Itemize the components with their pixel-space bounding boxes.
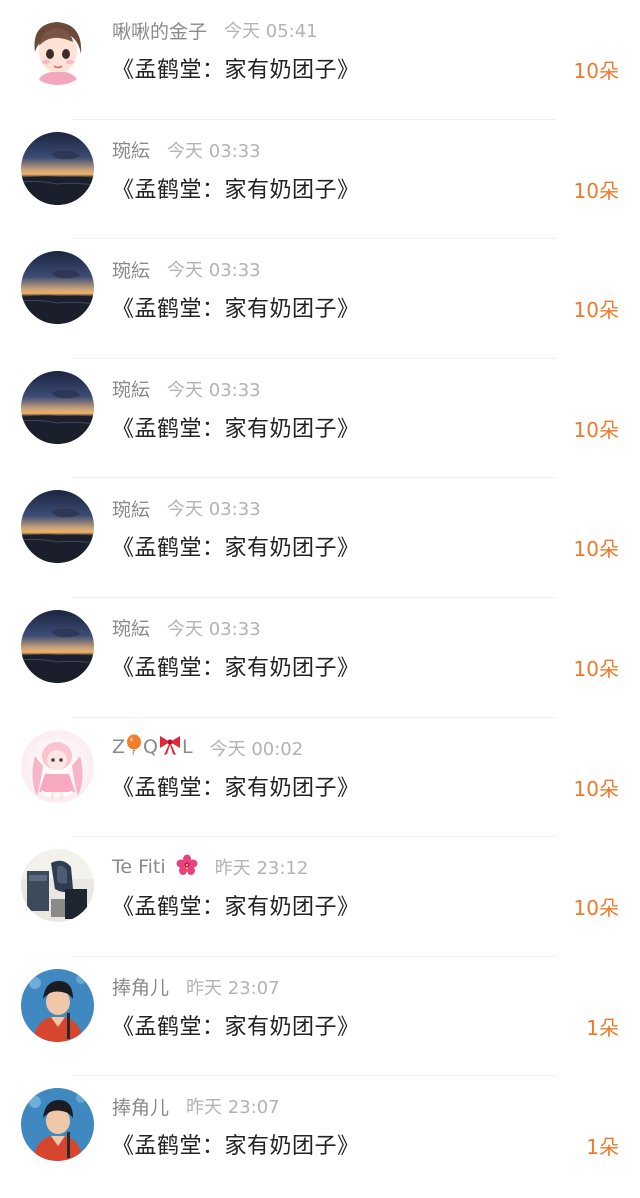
list-item[interactable]: 琬紜 今天 03:33 《孟鹤堂：家有奶团子》 10朵: [0, 598, 640, 718]
list-item[interactable]: 啾啾的金子 今天 05:41 《孟鹤堂：家有奶团子》 10朵: [0, 0, 640, 120]
gift-amount: 10朵: [573, 776, 619, 801]
list-item[interactable]: 琬紜 今天 03:33 《孟鹤堂：家有奶团子》 10朵: [0, 478, 640, 598]
timestamp: 昨天 23:12: [214, 858, 309, 880]
timestamp: 今天 05:41: [224, 21, 318, 42]
sunset-sea-avatar[interactable]: [21, 370, 94, 444]
item-meta: 琬紜 今天 03:33: [112, 377, 261, 401]
item-meta: Te Fiti 昨天 23:12: [112, 854, 309, 881]
balloon-icon: [125, 734, 143, 761]
sunset-sea-avatar[interactable]: [21, 609, 94, 683]
book-title[interactable]: 《孟鹤堂：家有奶团子》: [112, 411, 360, 443]
book-title[interactable]: 《孟鹤堂：家有奶团子》: [112, 770, 360, 802]
sunset-sea-avatar[interactable]: [21, 131, 94, 205]
username[interactable]: 琬紜: [112, 256, 150, 283]
book-title[interactable]: 《孟鹤堂：家有奶团子》: [112, 650, 360, 682]
book-title[interactable]: 《孟鹤堂：家有奶团子》: [112, 1009, 360, 1041]
username[interactable]: 琬紜: [112, 495, 150, 522]
gift-amount: 1朵: [586, 1135, 619, 1160]
username[interactable]: 琬紜: [112, 375, 150, 402]
timestamp: 昨天 23:07: [186, 1097, 280, 1119]
item-meta: 捧角儿 昨天 23:07: [112, 975, 280, 999]
gift-amount: 10朵: [573, 417, 619, 442]
timestamp: 今天 03:33: [167, 499, 261, 521]
list-item[interactable]: 琬紜 今天 03:33 《孟鹤堂：家有奶团子》 10朵: [0, 120, 640, 240]
username[interactable]: ZQ L: [112, 734, 193, 761]
gift-amount: 10朵: [573, 896, 619, 921]
username[interactable]: Te Fiti: [112, 854, 198, 881]
username-text: Te Fiti: [112, 855, 166, 878]
anime-girl-avatar[interactable]: [21, 729, 94, 803]
timestamp: 今天 03:33: [167, 140, 261, 162]
gift-amount: 10朵: [573, 656, 619, 681]
sunset-sea-avatar[interactable]: [21, 490, 94, 564]
item-meta: 琬紜 今天 03:33: [112, 138, 261, 162]
list-item[interactable]: 琬紜 今天 03:33 《孟鹤堂：家有奶团子》 10朵: [0, 359, 640, 479]
timestamp: 昨天 23:07: [186, 977, 280, 999]
username[interactable]: 琬紜: [112, 136, 150, 163]
book-title[interactable]: 《孟鹤堂：家有奶团子》: [112, 52, 360, 84]
sunset-sea-avatar[interactable]: [21, 251, 94, 325]
list-item[interactable]: 琬紜 今天 03:33 《孟鹤堂：家有奶团子》 10朵: [0, 239, 640, 359]
item-meta: 琬紜 今天 03:33: [112, 495, 261, 522]
room-photo-avatar[interactable]: [21, 849, 94, 923]
cartoon-girl-avatar[interactable]: [21, 12, 94, 85]
list-item[interactable]: 捧角儿 昨天 23:07 《孟鹤堂：家有奶团子》 1朵: [0, 1076, 640, 1196]
hibiscus-icon: [176, 854, 198, 881]
gift-amount: 1朵: [586, 1015, 619, 1040]
book-title[interactable]: 《孟鹤堂：家有奶团子》: [112, 172, 360, 204]
book-title[interactable]: 《孟鹤堂：家有奶团子》: [112, 530, 360, 562]
username[interactable]: 琬紜: [112, 614, 150, 641]
item-meta: 琬紜 今天 03:33: [112, 616, 261, 640]
username-part: Q: [143, 736, 158, 759]
timestamp: 今天 03:33: [167, 618, 261, 640]
item-meta: 啾啾的金子 今天 05:41: [112, 17, 318, 44]
gift-amount: 10朵: [573, 178, 619, 203]
item-meta: ZQ L 今天 00:02: [112, 734, 304, 761]
list-item[interactable]: 捧角儿 昨天 23:07 《孟鹤堂：家有奶团子》 1朵: [0, 957, 640, 1077]
username[interactable]: 啾啾的金子: [112, 17, 207, 44]
book-title[interactable]: 《孟鹤堂：家有奶团子》: [112, 291, 360, 323]
gift-amount: 10朵: [573, 59, 619, 83]
list-item[interactable]: ZQ L 今天 00:02 《孟鹤堂：家有奶团子》 10朵: [0, 718, 640, 838]
gift-amount: 10朵: [573, 537, 619, 562]
username-part: Z: [112, 736, 126, 759]
performer-avatar[interactable]: [21, 1088, 94, 1162]
performer-avatar[interactable]: [21, 968, 94, 1042]
gift-amount: 10朵: [573, 298, 619, 323]
book-title[interactable]: 《孟鹤堂：家有奶团子》: [112, 1128, 360, 1160]
timestamp: 今天 03:33: [167, 260, 261, 282]
username[interactable]: 捧角儿: [112, 973, 169, 1000]
gift-record-list: 啾啾的金子 今天 05:41 《孟鹤堂：家有奶团子》 10朵 琬紜 今天 03:…: [0, 0, 640, 1196]
bow-icon: [158, 734, 182, 761]
item-meta: 捧角儿 昨天 23:07: [112, 1093, 280, 1120]
username-part: L: [182, 736, 193, 759]
list-item[interactable]: Te Fiti 昨天 23:12 《孟鹤堂：家有奶团子》 10朵: [0, 837, 640, 957]
username[interactable]: 捧角儿: [112, 1093, 169, 1120]
book-title[interactable]: 《孟鹤堂：家有奶团子》: [112, 889, 360, 921]
timestamp: 今天 00:02: [209, 738, 304, 760]
item-meta: 琬紜 今天 03:33: [112, 256, 261, 283]
timestamp: 今天 03:33: [167, 379, 261, 401]
